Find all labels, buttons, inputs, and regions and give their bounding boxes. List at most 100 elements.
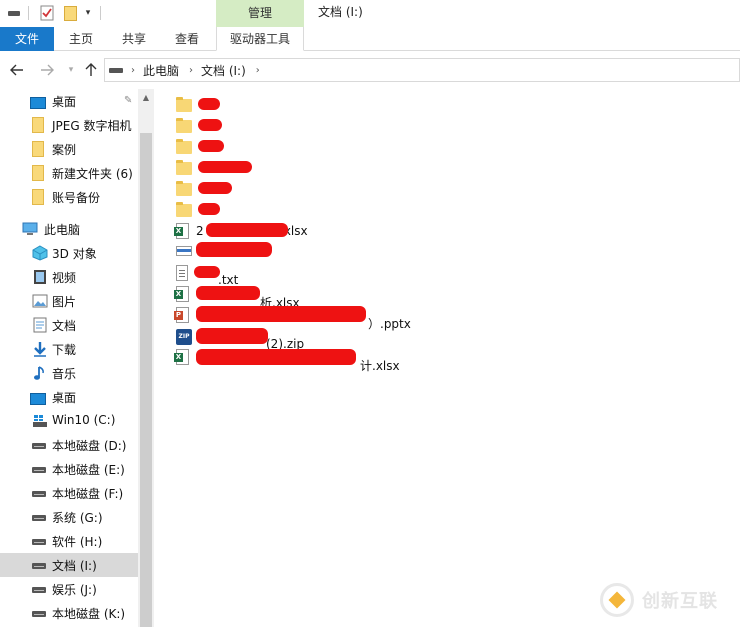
nav-item-label: 新建文件夹 (6) (52, 167, 133, 181)
redaction-mark (198, 98, 220, 110)
nav-item-label: 3D 对象 (52, 247, 97, 261)
nav-item-label: 本地磁盘 (F:) (52, 487, 124, 501)
downloads-icon (32, 341, 48, 357)
desktop-icon (30, 97, 46, 109)
video-icon (32, 269, 48, 285)
folder-icon (176, 118, 192, 134)
redaction-mark (196, 286, 260, 300)
tab-drive-tools[interactable]: 驱动器工具 (216, 27, 304, 51)
pin-icon[interactable]: ✎ (124, 95, 134, 107)
list-item[interactable] (176, 179, 232, 199)
nav-item-drive-i[interactable]: 文档 (I:) (0, 553, 138, 577)
chevron-right-icon[interactable]: › (189, 65, 193, 76)
nav-item-drive-h[interactable]: 软件 (H:) (0, 529, 138, 553)
redaction-mark (198, 182, 232, 194)
list-item[interactable] (176, 137, 224, 157)
nav-item-drive-k[interactable]: 本地磁盘 (K:) (0, 601, 138, 625)
nav-item-drive-d[interactable]: 本地磁盘 (D:) (0, 433, 138, 457)
chevron-right-icon[interactable]: › (256, 65, 260, 76)
nav-item-3d-objects[interactable]: 3D 对象 (0, 241, 138, 265)
nav-item-label: 桌面 (52, 95, 77, 109)
nav-item-label: Win10 (C:) (52, 413, 116, 427)
nav-item-pictures[interactable]: 图片 (0, 289, 138, 313)
nav-item-account-backup[interactable]: 账号备份 (0, 185, 138, 209)
tab-share[interactable]: 共享 (112, 27, 156, 51)
redaction-mark (196, 328, 268, 344)
redaction-mark (196, 349, 356, 365)
nav-item-downloads[interactable]: 下载 (0, 337, 138, 361)
breadcrumb-drive-i[interactable]: 文档 (I:) (201, 62, 246, 79)
nav-item-label: 本地磁盘 (E:) (52, 463, 125, 477)
nav-item-drive-e[interactable]: 本地磁盘 (E:) (0, 457, 138, 481)
nav-item-cases[interactable]: 案例 (0, 137, 138, 161)
back-arrow-icon[interactable] (8, 60, 26, 80)
list-item[interactable]: 析.xlsx (174, 284, 308, 310)
nav-item-drive-f[interactable]: 本地磁盘 (F:) (0, 481, 138, 505)
list-item[interactable]: ）.pptx (174, 305, 418, 331)
drive-icon (32, 437, 48, 453)
breadcrumb-this-pc[interactable]: 此电脑 (143, 62, 179, 79)
nav-item-jpeg-camera[interactable]: JPEG 数字相机 (0, 113, 138, 137)
nav-item-label: 下载 (52, 343, 77, 357)
nav-item-label: 软件 (H:) (52, 535, 103, 549)
nav-scrollbar[interactable]: ▲ (138, 89, 154, 627)
nav-item-videos[interactable]: 视频 (0, 265, 138, 289)
nav-item-drive-j[interactable]: 娱乐 (J:) (0, 577, 138, 601)
generic-file-icon (176, 243, 192, 259)
drive-icon (109, 67, 123, 73)
nav-item-documents[interactable]: 文档 (0, 313, 138, 337)
list-item[interactable]: .txt (176, 263, 238, 287)
new-folder-icon[interactable] (62, 4, 78, 22)
scroll-up-arrow-icon[interactable]: ▲ (138, 89, 154, 105)
folder-icon (32, 141, 48, 157)
nav-item-label: 音乐 (52, 367, 77, 381)
drive-icon (32, 461, 48, 477)
chevron-right-icon[interactable]: › (131, 65, 135, 76)
drive-icon (32, 581, 48, 597)
nav-item-label: 图片 (52, 295, 77, 309)
tab-file[interactable]: 文件 (0, 27, 54, 51)
zip-file-icon: ZIP (176, 329, 192, 345)
nav-item-new-folder-6[interactable]: 新建文件夹 (6) (0, 161, 138, 185)
forward-arrow-icon[interactable] (38, 60, 56, 80)
nav-item-desktop-quick[interactable]: 桌面 ✎ (0, 89, 138, 113)
list-item[interactable] (176, 158, 252, 178)
list-item[interactable]: 计.xlsx (174, 347, 410, 373)
nav-item-drive-c[interactable]: Win10 (C:) (0, 409, 138, 433)
drive-icon (32, 557, 48, 573)
address-bar[interactable]: › 此电脑 › 文档 (I:) › (104, 58, 740, 82)
folder-icon (32, 189, 48, 205)
nav-item-label: 娱乐 (J:) (52, 583, 97, 597)
nav-item-desktop[interactable]: 桌面 (0, 385, 138, 409)
list-item[interactable] (176, 116, 222, 136)
nav-item-label: 本地磁盘 (D:) (52, 439, 127, 453)
file-list: 2.xlsx .txt 析.xlsx ）.pptx ZIP (2).zip 计.… (158, 89, 740, 627)
properties-icon[interactable] (38, 4, 56, 22)
redaction-mark (206, 223, 288, 237)
nav-item-drive-g[interactable]: 系统 (G:) (0, 505, 138, 529)
folder-icon (32, 117, 48, 133)
context-tab-manage[interactable]: 管理 (216, 0, 304, 27)
list-item[interactable] (176, 200, 220, 220)
powerpoint-file-icon (174, 307, 192, 323)
up-arrow-icon[interactable] (82, 60, 100, 80)
nav-item-label: 案例 (52, 143, 77, 157)
nav-item-this-pc[interactable]: 此电脑 (0, 217, 138, 241)
nav-item-label: 此电脑 (44, 223, 81, 237)
desktop-icon (30, 393, 46, 405)
music-icon (32, 365, 48, 381)
list-item[interactable] (176, 241, 272, 261)
nav-item-music[interactable]: 音乐 (0, 361, 138, 385)
nav-item-label: JPEG 数字相机 (52, 119, 132, 133)
customize-quick-access-icon[interactable]: ▾ (82, 4, 94, 22)
folder-icon (176, 97, 192, 113)
list-item[interactable] (176, 95, 220, 115)
nav-item-label: 文档 (52, 319, 77, 333)
list-item[interactable]: ZIP (2).zip (176, 327, 316, 351)
tab-view[interactable]: 查看 (164, 27, 210, 51)
recent-locations-chevron-icon[interactable]: ▾ (62, 60, 80, 80)
scrollbar-thumb[interactable] (140, 133, 152, 627)
redaction-mark (198, 161, 252, 173)
list-item[interactable]: 2.xlsx (174, 221, 308, 241)
tab-home[interactable]: 主页 (58, 27, 104, 51)
